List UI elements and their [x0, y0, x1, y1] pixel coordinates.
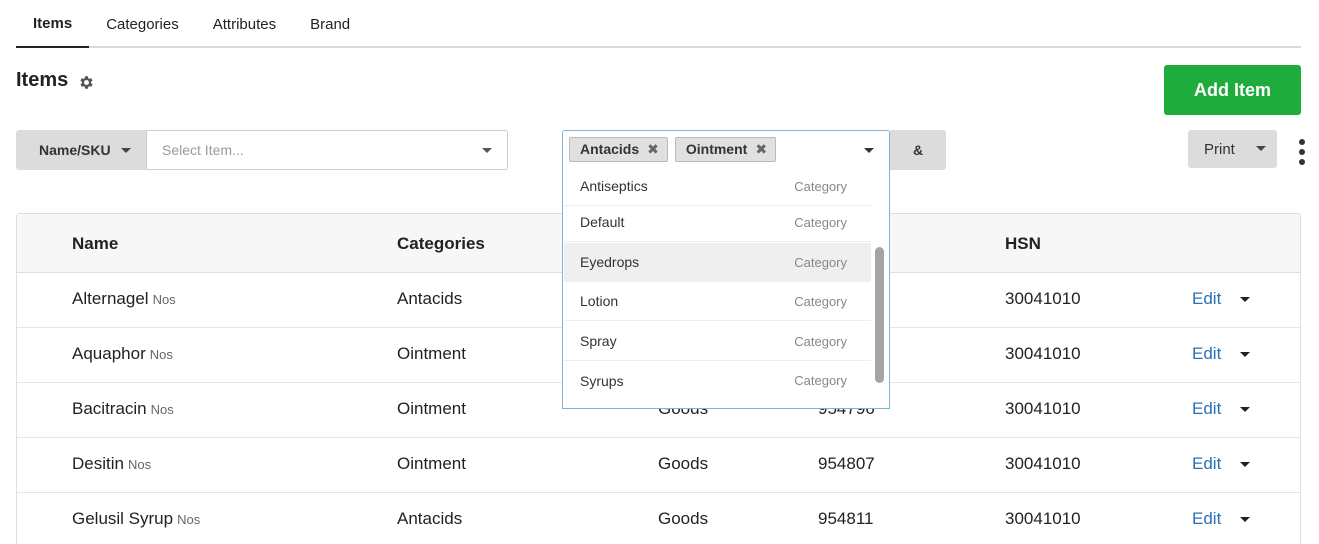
chevron-down-icon	[120, 147, 131, 153]
item-category: Ointment	[397, 399, 466, 418]
gear-icon[interactable]	[78, 74, 95, 91]
item-unit: Nos	[127, 457, 152, 472]
item-code: 954807	[818, 454, 875, 473]
tab-brand[interactable]: Brand	[293, 0, 367, 48]
edit-link[interactable]: Edit	[1192, 344, 1221, 364]
item-name: Aquaphor Nos	[72, 344, 173, 364]
table-row: Gelusil Syrup Nos Antacids Goods 954811 3…	[17, 493, 1300, 544]
close-icon[interactable]: ✖	[755, 141, 767, 158]
option-type: Category	[794, 333, 847, 349]
option-label: Syrups	[580, 372, 624, 389]
item-name-text[interactable]: Aquaphor	[72, 344, 146, 363]
selected-tag-chip: Antacids ✖	[569, 136, 668, 162]
item-hsn: 30041010	[1005, 509, 1081, 528]
table-row: Desitin Nos Ointment Goods 954807 3004101…	[17, 438, 1300, 493]
combine-button[interactable]: &	[890, 130, 946, 170]
chevron-down-icon[interactable]	[1240, 517, 1250, 522]
chevron-down-icon[interactable]	[1240, 352, 1250, 357]
tab-items[interactable]: Items	[16, 0, 90, 48]
option-label: Antiseptics	[580, 178, 648, 194]
item-type: Goods	[658, 509, 709, 528]
option-type: Category	[794, 254, 847, 270]
tab-attributes[interactable]: Attributes	[196, 0, 293, 48]
item-name-text[interactable]: Alternagel	[72, 289, 149, 308]
category-multiselect[interactable]: Antacids ✖ Ointment ✖	[562, 130, 890, 168]
item-category: Ointment	[397, 344, 466, 363]
item-hsn: 30041010	[1005, 344, 1081, 363]
option-type: Category	[794, 293, 847, 309]
item-type: Goods	[658, 454, 709, 473]
option-label: Lotion	[580, 293, 619, 309]
tab-categories[interactable]: Categories	[89, 0, 196, 48]
item-unit: Nos	[152, 292, 176, 307]
tab-bar: Items Categories Attributes Brand	[16, 0, 1301, 48]
search-by-label: Name/SKU	[39, 142, 111, 158]
add-item-button[interactable]: Add Item	[1164, 65, 1301, 115]
edit-link[interactable]: Edit	[1192, 399, 1221, 419]
close-icon[interactable]: ✖	[647, 141, 659, 158]
item-select[interactable]: Select Item...	[146, 130, 508, 170]
item-unit: Nos	[150, 402, 174, 417]
option-type: Category	[794, 214, 847, 230]
column-header-categories[interactable]: Categories	[397, 234, 485, 254]
selected-tag-chip: Ointment ✖	[674, 136, 777, 162]
item-code: 954811	[818, 509, 874, 528]
chevron-down-icon	[482, 148, 492, 153]
option-type: Category	[794, 178, 847, 194]
page-title: Items	[16, 69, 69, 91]
category-dropdown-list: Antiseptics Category Default Category Ey…	[562, 167, 890, 409]
dropdown-scrollbar[interactable]	[875, 247, 884, 383]
item-hsn: 30041010	[1005, 289, 1081, 308]
tag-label: Ointment	[685, 141, 748, 157]
tag-label: Antacids	[580, 141, 640, 157]
item-category: Antacids	[397, 289, 463, 308]
item-name: Gelusil Syrup Nos	[72, 509, 200, 529]
chevron-down-icon[interactable]	[1240, 297, 1250, 302]
item-unit: Nos	[149, 347, 173, 362]
option-type: Category	[794, 373, 847, 388]
dropdown-option[interactable]: Syrups Category	[564, 361, 871, 400]
dropdown-option[interactable]: Eyedrops Category	[564, 243, 871, 282]
edit-link[interactable]: Edit	[1192, 509, 1221, 529]
item-name: Bacitracin Nos	[72, 399, 174, 419]
item-name: Alternagel Nos	[72, 289, 176, 309]
chevron-down-icon	[1256, 146, 1266, 151]
item-select-placeholder: Select Item...	[162, 142, 244, 158]
item-hsn: 30041010	[1005, 399, 1081, 418]
dropdown-option[interactable]: Antiseptics Category	[564, 167, 871, 206]
more-options-icon[interactable]	[1297, 139, 1307, 165]
column-header-name[interactable]: Name	[72, 234, 118, 254]
item-category: Antacids	[397, 509, 463, 528]
print-label: Print	[1204, 140, 1235, 158]
item-category: Ointment	[397, 454, 466, 473]
print-button[interactable]: Print	[1188, 130, 1277, 168]
column-header-hsn[interactable]: HSN	[1005, 234, 1041, 254]
item-name-text[interactable]: Bacitracin	[72, 399, 147, 418]
edit-link[interactable]: Edit	[1192, 289, 1221, 309]
dropdown-option[interactable]: Spray Category	[564, 322, 871, 361]
option-label: Eyedrops	[580, 254, 640, 270]
edit-link[interactable]: Edit	[1192, 454, 1221, 474]
item-name-text[interactable]: Desitin	[72, 454, 124, 473]
option-label: Spray	[580, 333, 617, 349]
item-name-text[interactable]: Gelusil Syrup	[72, 509, 173, 528]
dropdown-option[interactable]: Default Category	[564, 203, 871, 242]
chevron-down-icon[interactable]	[1240, 407, 1250, 412]
search-by-dropdown[interactable]: Name/SKU	[16, 130, 147, 170]
chevron-down-icon[interactable]	[864, 148, 874, 153]
dropdown-option[interactable]: Lotion Category	[564, 282, 871, 321]
chevron-down-icon[interactable]	[1240, 462, 1250, 467]
item-name: Desitin Nos	[72, 454, 151, 474]
option-label: Default	[580, 214, 625, 230]
item-unit: Nos	[177, 512, 201, 527]
item-hsn: 30041010	[1005, 454, 1081, 473]
